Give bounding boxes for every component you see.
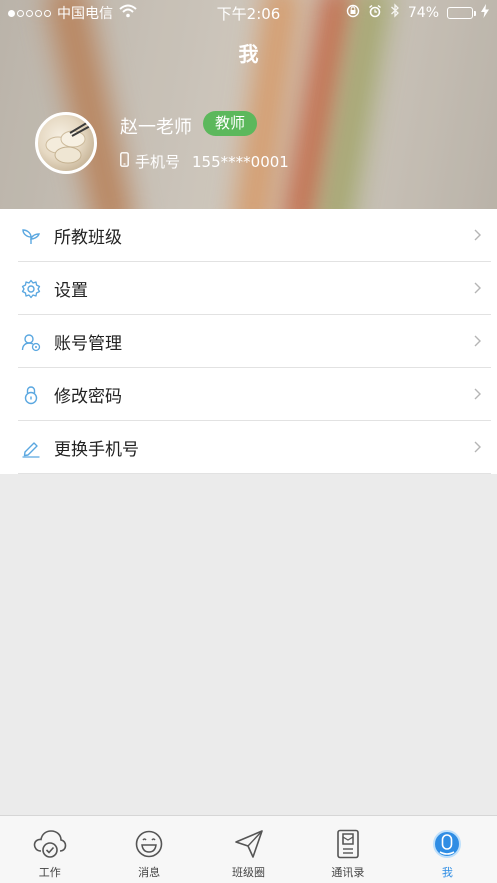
- tab-label: 工作: [38, 866, 61, 879]
- menu-item-label: 账号管理: [54, 334, 122, 354]
- cloud-check-icon: [33, 828, 67, 860]
- settings-menu: 所教班级 设置 账号管理 修改密码 更换手机号: [0, 209, 497, 474]
- phone-label: 手机号: [135, 153, 181, 171]
- chevron-right-icon: [469, 227, 485, 243]
- tab-label: 消息: [138, 866, 161, 879]
- gear-icon: [20, 278, 42, 300]
- phone-row: 手机号 155****0001: [120, 151, 289, 172]
- role-badge: 教师: [203, 111, 258, 136]
- lock-icon: [20, 384, 42, 406]
- tab-contacts[interactable]: 通讯录: [298, 816, 397, 883]
- user-icon: [430, 828, 464, 860]
- menu-item-label: 更换手机号: [54, 440, 139, 460]
- user-name: 赵一老师: [120, 117, 192, 138]
- chevron-right-icon: [469, 280, 485, 296]
- account-icon: [20, 331, 42, 353]
- page-title: 我: [238, 42, 259, 66]
- header-overlay: [0, 0, 497, 209]
- menu-item-change-password[interactable]: 修改密码: [0, 368, 497, 421]
- tab-label: 通讯录: [331, 866, 365, 879]
- menu-item-classes[interactable]: 所教班级: [0, 209, 497, 262]
- dumpling-photo: [45, 120, 93, 164]
- chevron-right-icon: [469, 386, 485, 402]
- tab-label: 班级圈: [232, 866, 266, 879]
- menu-item-account[interactable]: 账号管理: [0, 315, 497, 368]
- menu-item-label: 设置: [54, 281, 88, 301]
- chevron-right-icon: [469, 439, 485, 455]
- alarm-icon: [368, 4, 382, 22]
- paper-plane-icon: [232, 828, 266, 860]
- status-bar: 中国电信 下午2:06 74%: [0, 0, 497, 24]
- rotation-lock-icon: [346, 4, 360, 22]
- tab-me[interactable]: 我: [398, 816, 497, 883]
- menu-item-change-phone[interactable]: 更换手机号: [0, 421, 497, 474]
- avatar[interactable]: [35, 112, 97, 174]
- tab-messages[interactable]: 消息: [99, 816, 198, 883]
- tab-class-circle[interactable]: 班级圈: [199, 816, 298, 883]
- menu-item-label: 修改密码: [54, 387, 122, 407]
- smile-bubble-icon: [132, 828, 166, 860]
- phone-value: 155****0001: [192, 152, 289, 171]
- sprout-icon: [20, 225, 42, 247]
- profile-header: 中国电信 下午2:06 74% 我 赵一老师 教师 手机号 155****000…: [0, 0, 497, 209]
- address-book-icon: [331, 828, 365, 860]
- battery-percent: 74%: [407, 4, 439, 21]
- bluetooth-icon: [390, 3, 400, 22]
- tab-work[interactable]: 工作: [0, 816, 99, 883]
- mobile-phone-icon: [120, 152, 129, 171]
- bottom-tab-bar: 工作 消息 班级圈 通讯录 我: [0, 815, 497, 883]
- battery-icon: [447, 6, 476, 19]
- pencil-icon: [20, 437, 42, 459]
- charging-icon: [481, 3, 489, 22]
- menu-item-label: 所教班级: [54, 228, 122, 248]
- tab-label: 我: [441, 866, 453, 879]
- chevron-right-icon: [469, 333, 485, 349]
- menu-item-settings[interactable]: 设置: [0, 262, 497, 315]
